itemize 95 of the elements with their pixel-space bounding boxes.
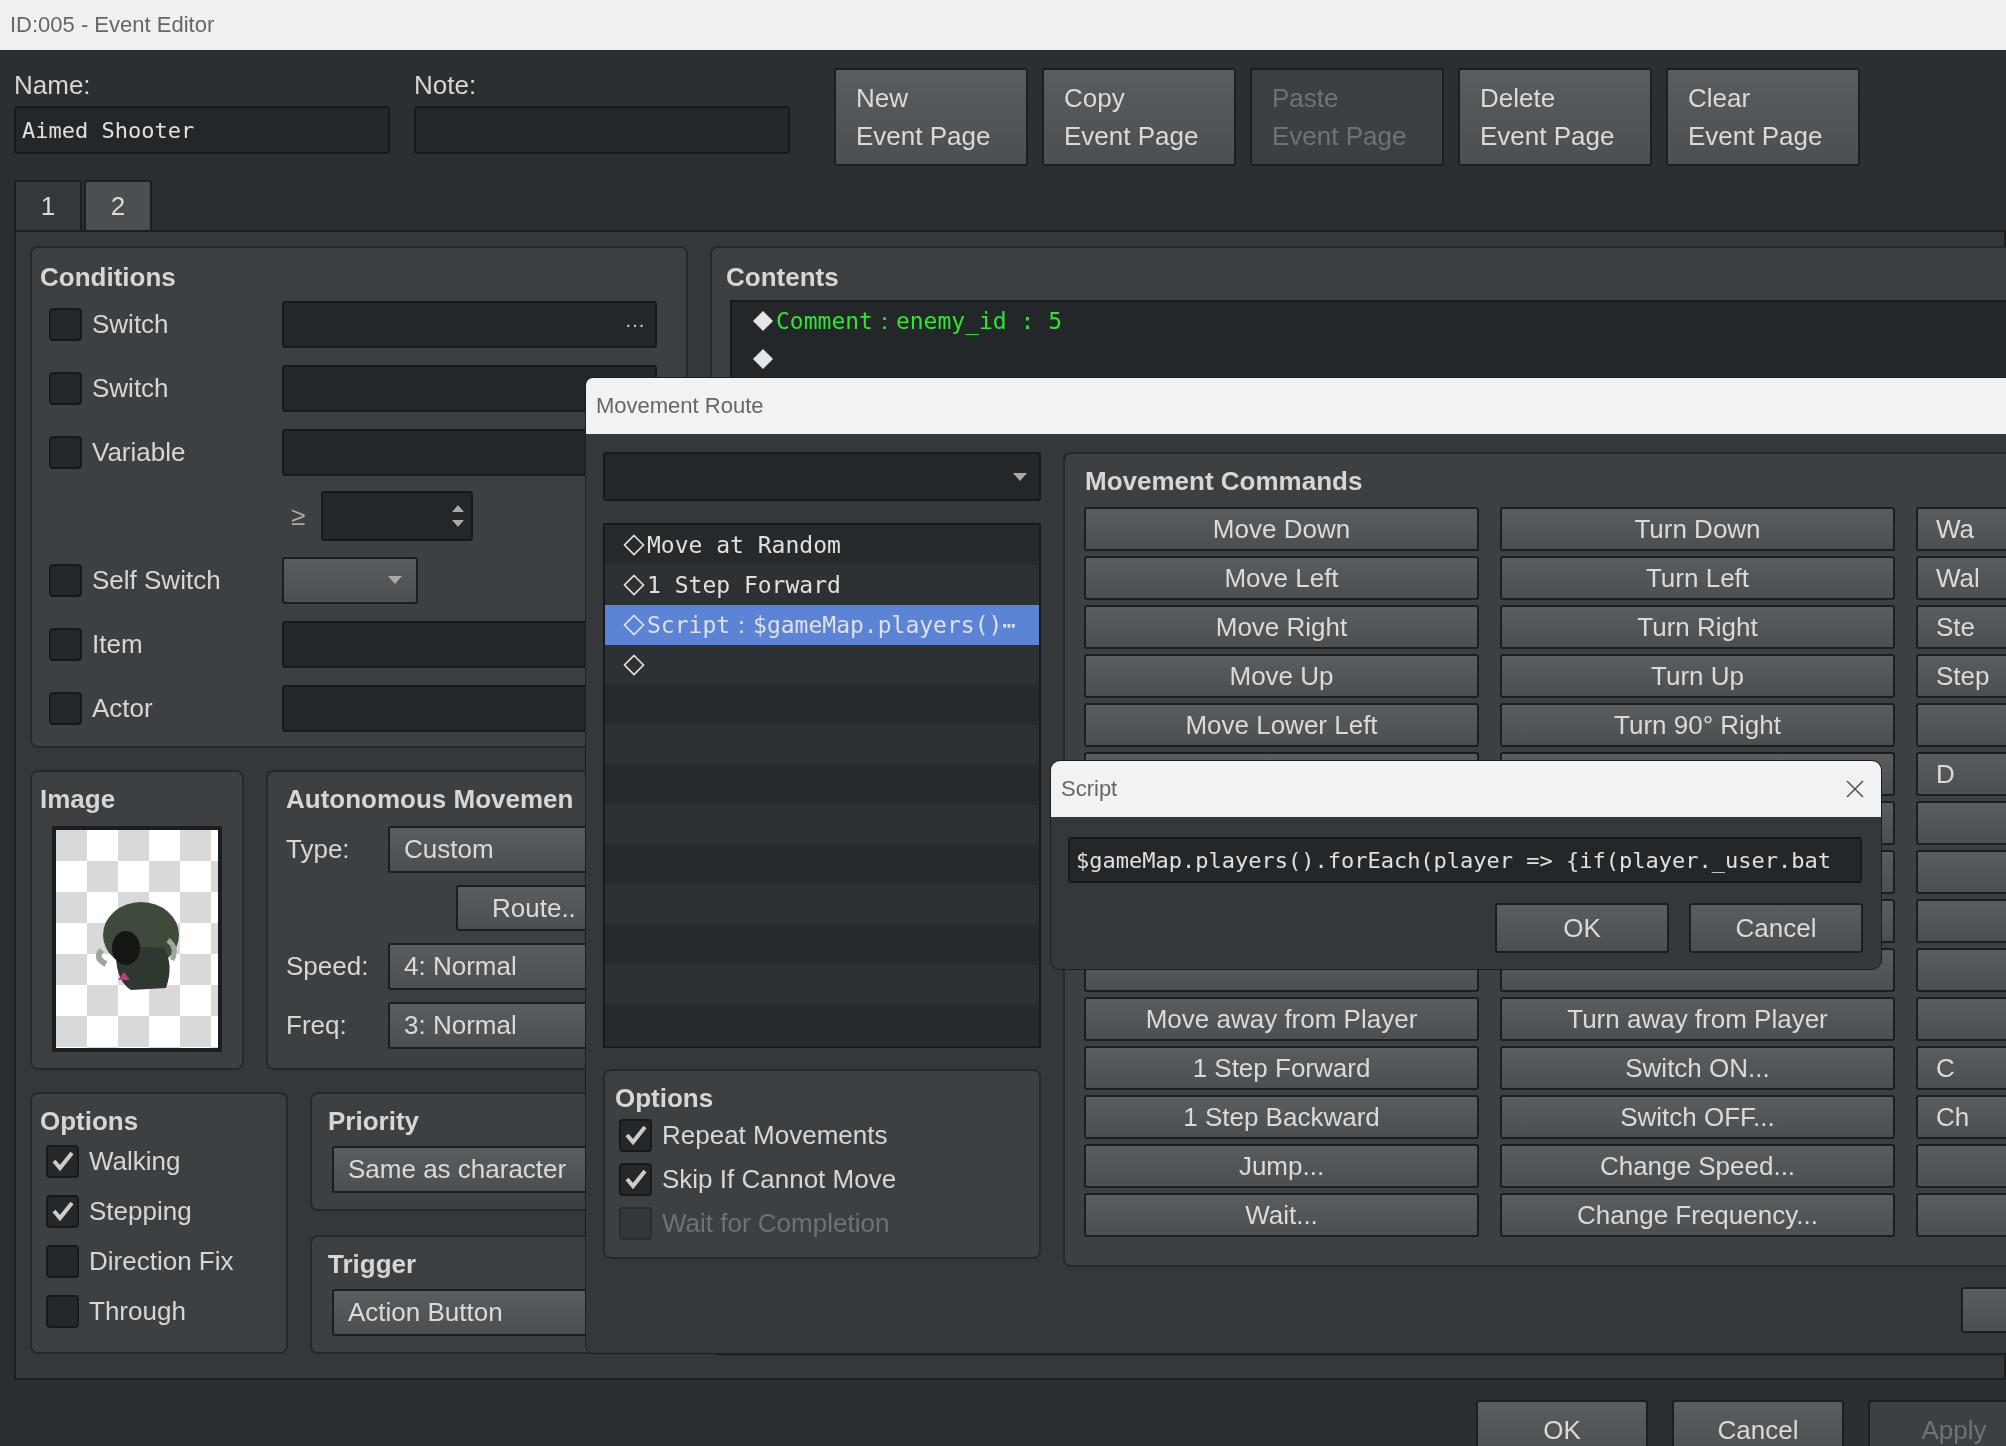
close-icon[interactable] [1845,779,1865,799]
field-label: Type: [285,834,351,865]
checkbox-label: Item [92,628,144,660]
dropdown-arrow-icon [1013,472,1027,481]
group-title: Options [614,1083,714,1113]
group-title: Movement Commands [1084,466,1363,496]
dialog-button[interactable]: Cancel [1689,903,1863,953]
command-button[interactable]: Turn Down [1500,507,1895,551]
checkbox[interactable] [46,1194,79,1228]
command-button[interactable]: 1 Step Forward [1084,1046,1479,1090]
command-button[interactable]: Switch ON... [1500,1046,1895,1090]
checkbox-label: Walking [89,1145,181,1177]
group-title: Contents [725,262,839,292]
checkbox[interactable] [49,435,82,469]
script-field[interactable]: $gameMap.players().forEach(player => {if(player._user.bat [1068,837,1862,883]
command-button[interactable]: Move Lower Left [1084,703,1479,747]
group-title: Options [39,1106,139,1136]
diamond-icon [623,534,645,556]
checkbox[interactable] [49,371,82,405]
checkbox-label: Repeat Movements [662,1119,888,1151]
checkbox[interactable] [49,627,82,661]
checkbox-label: Direction Fix [89,1245,234,1277]
page-button[interactable]: Delete Event Page [1458,68,1652,166]
checkbox[interactable] [46,1244,79,1278]
command-button[interactable]: Move away from Player [1084,997,1479,1041]
command-button[interactable]: 1 Step Backward [1084,1095,1479,1139]
diamond-icon [752,310,774,332]
dialog-button[interactable]: Cancel [1672,1400,1844,1446]
route-item[interactable]: Script：$gameMap.players()⋯ [605,605,1039,645]
command-button[interactable]: Turn 90° Right [1500,703,1895,747]
diamond-icon [623,574,645,596]
checkbox[interactable] [46,1294,79,1328]
selector-field[interactable]: ··· [282,300,657,348]
command-text[interactable]: Comment：enemy_id : 5 [776,305,1063,337]
checkbox[interactable] [619,1162,652,1196]
command-button[interactable]: Turn Up [1500,654,1895,698]
checkbox-label: Through [89,1295,186,1327]
command-button[interactable]: Turn Right [1500,605,1895,649]
command-button[interactable]: Move Down [1084,507,1479,551]
command-button[interactable]: Step [1916,654,2006,698]
group-title: Trigger [327,1249,417,1279]
checkbox-label: Skip If Cannot Move [662,1163,897,1195]
tab[interactable]: 2 [84,180,152,230]
command-button[interactable]: D [1916,752,2006,796]
command-button[interactable]: Jump... [1084,1144,1479,1188]
page-button[interactable]: New Event Page [834,68,1028,166]
group-title: Image [39,784,116,814]
command-button[interactable]: Wa [1916,507,2006,551]
dialog-button[interactable]: OK [1476,1400,1648,1446]
dropdown-arrow-icon [388,576,402,584]
browse-button[interactable]: ··· [625,312,645,336]
group-title: Conditions [39,262,176,292]
group-title: Autonomous Movemen [285,784,574,814]
checkbox-label: Variable [92,436,187,468]
name-field[interactable]: Aimed Shooter [14,106,390,154]
command-button[interactable]: Wal [1916,556,2006,600]
checkbox[interactable] [49,691,82,725]
command-button[interactable]: C [1916,1046,2006,1090]
tab[interactable]: 1 [14,180,82,230]
checkbox[interactable] [619,1118,652,1152]
diamond-icon [623,654,645,676]
checkbox[interactable] [49,307,82,341]
window-title: Movement Route [596,393,764,419]
field-label: Freq: [285,1010,348,1041]
window-title: ID:005 - Event Editor [10,12,215,38]
command-button[interactable]: Turn Left [1500,556,1895,600]
page-button[interactable]: Copy Event Page [1042,68,1236,166]
checkbox-label: Self Switch [92,564,222,596]
command-button[interactable]: Change Speed... [1500,1144,1895,1188]
window-title: Script [1061,776,1118,802]
field-label: Speed: [285,951,370,982]
group-title: Priority [327,1106,420,1136]
checkbox-label: Actor [92,692,154,724]
command-button[interactable]: Ch [1916,1095,2006,1139]
command-button[interactable]: Ste [1916,605,2006,649]
field-label: Note: [414,70,478,100]
checkbox-label: Switch [92,308,170,340]
diamond-icon [623,614,645,636]
command-button[interactable]: Move Left [1084,556,1479,600]
diamond-icon [752,348,774,370]
page-button[interactable]: Clear Event Page [1666,68,1860,166]
command-button[interactable]: Wait... [1084,1193,1479,1237]
command-button[interactable]: Switch OFF... [1500,1095,1895,1139]
command-button[interactable]: Turn away from Player [1500,997,1895,1041]
checkbox-label: Switch [92,372,170,404]
command-button[interactable]: Change Frequency... [1500,1193,1895,1237]
command-button[interactable]: Move Up [1084,654,1479,698]
operator-symbol: ≥ [291,500,307,532]
checkbox[interactable] [49,563,82,597]
checkbox[interactable] [46,1144,79,1178]
checkbox-label: Stepping [89,1195,192,1227]
dropdown[interactable] [282,556,418,604]
command-button[interactable]: Move Right [1084,605,1479,649]
dialog-button[interactable]: OK [1495,903,1669,953]
field-label: Name: [14,70,92,100]
